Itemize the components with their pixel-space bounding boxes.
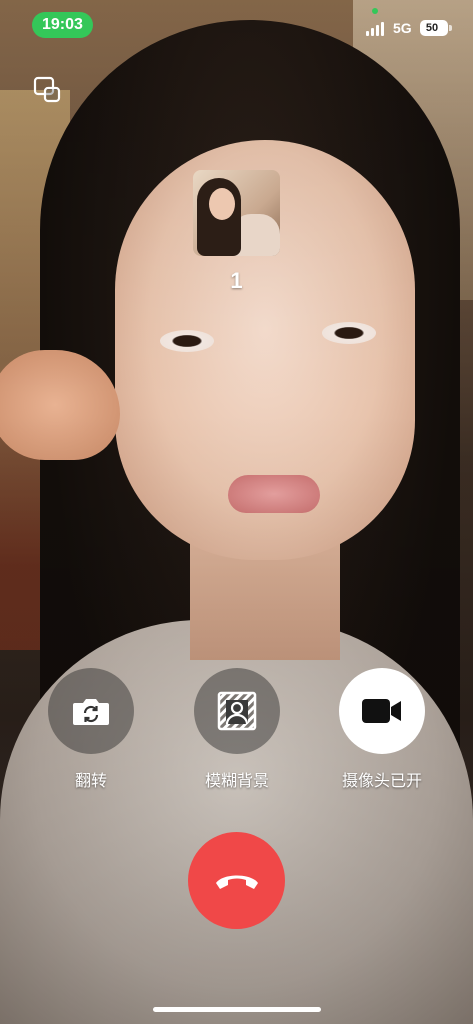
camera-flip-icon xyxy=(73,699,109,725)
status-time[interactable]: 19:03 xyxy=(32,12,93,38)
hang-up-button[interactable] xyxy=(188,832,285,929)
network-type: 5G xyxy=(393,20,412,36)
battery-tip xyxy=(449,25,452,31)
flip-camera-button[interactable] xyxy=(48,668,134,754)
camera-in-use-indicator xyxy=(372,8,378,14)
caller-avatar xyxy=(193,170,280,256)
picture-in-picture-icon[interactable] xyxy=(32,74,64,106)
status-bar: 19:03 5G 50 xyxy=(0,0,473,52)
hang-up-icon xyxy=(215,875,258,889)
blur-background-control: 模糊背景 xyxy=(177,668,297,791)
camera-toggle-label: 摄像头已开 xyxy=(341,773,422,790)
flip-camera-control: 翻转 xyxy=(31,668,151,791)
blur-background-label: 模糊背景 xyxy=(204,773,269,790)
blur-background-button[interactable] xyxy=(194,668,280,754)
flip-camera-label: 翻转 xyxy=(74,773,107,790)
camera-toggle-control: 摄像头已开 xyxy=(322,668,442,791)
video-call-screen: 19:03 5G 50 1 翻转 模糊背景 摄像头已开 xyxy=(0,0,473,1024)
caller-name: 1 xyxy=(230,268,243,293)
battery-level: 50 xyxy=(425,22,439,34)
home-indicator[interactable] xyxy=(153,1007,321,1012)
video-camera-icon xyxy=(362,699,401,723)
blur-background-icon xyxy=(217,691,257,731)
camera-toggle-button[interactable] xyxy=(339,668,425,754)
cellular-signal-icon xyxy=(366,22,388,36)
battery-icon: 50 xyxy=(420,20,448,36)
